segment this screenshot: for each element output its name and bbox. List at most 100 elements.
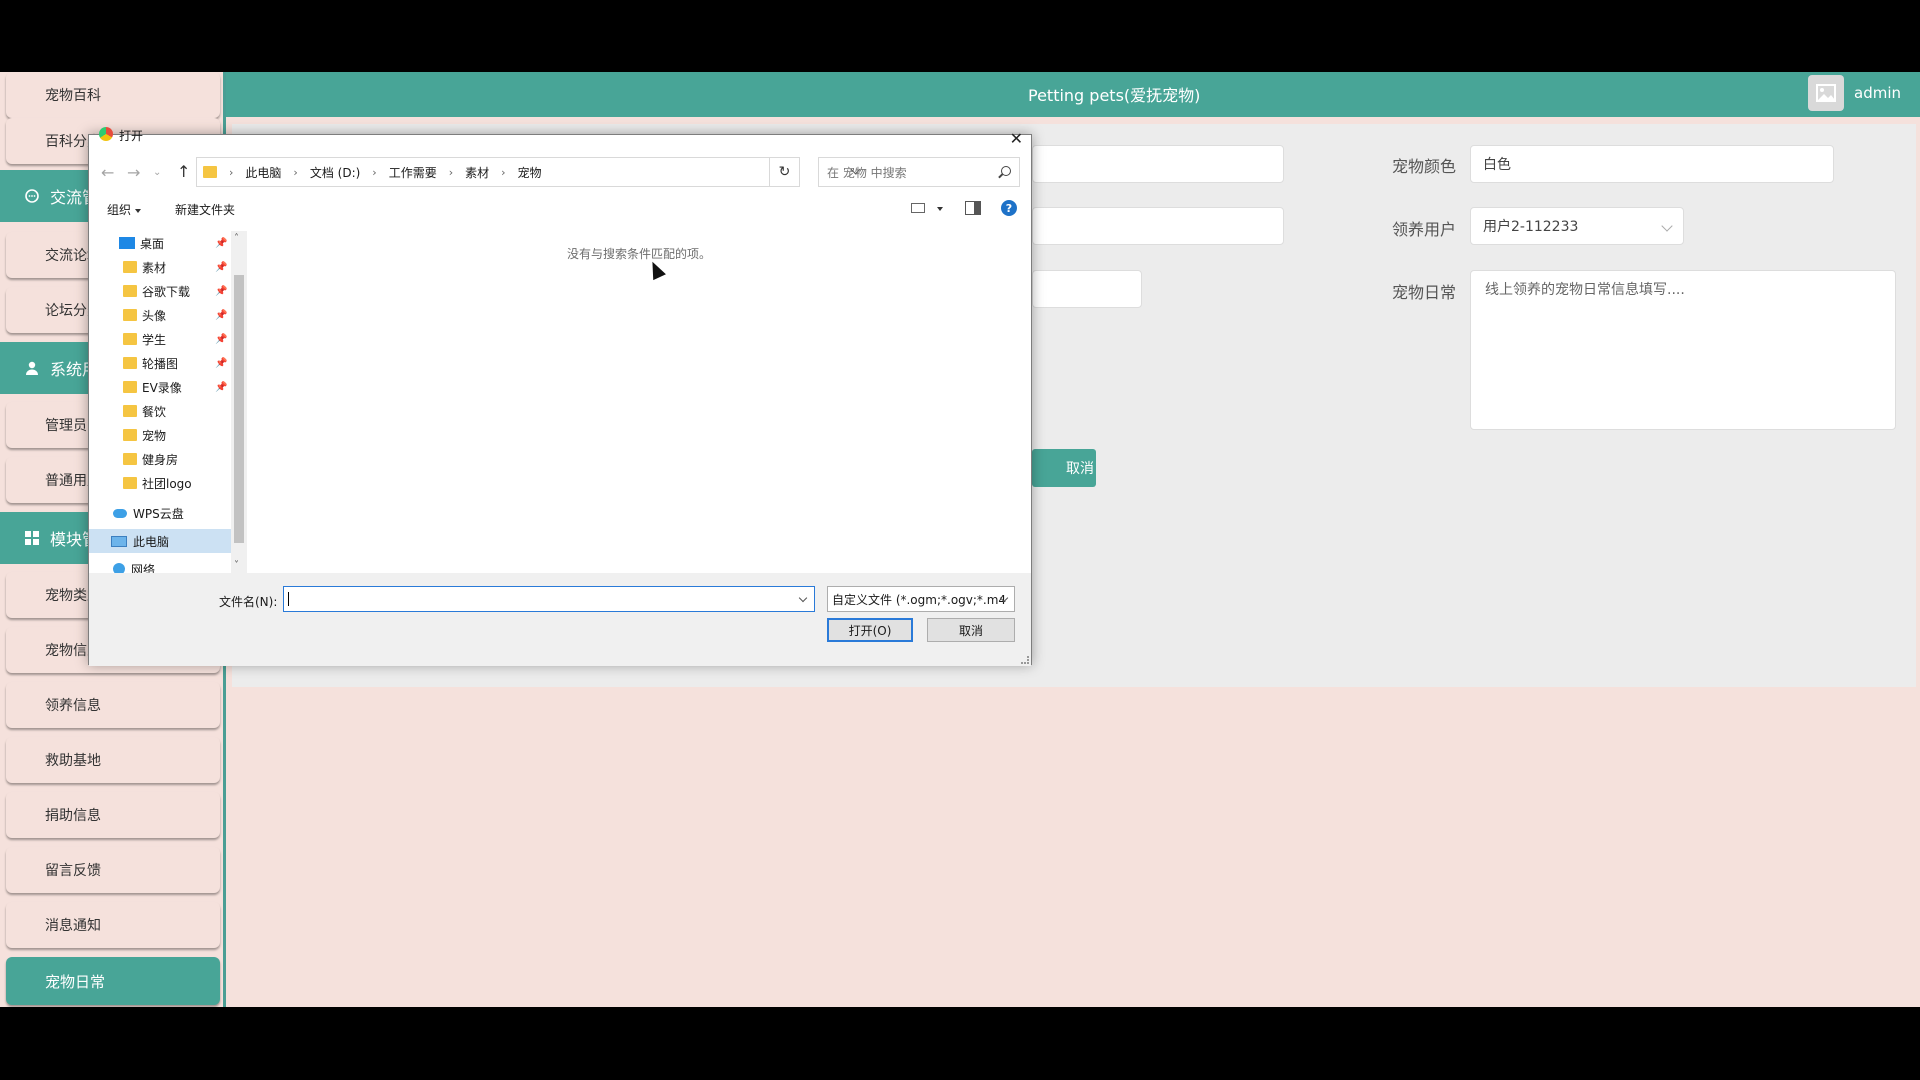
pin-icon: 📌 <box>215 309 228 321</box>
computer-icon <box>111 535 127 547</box>
folder-icon <box>123 381 137 393</box>
folder-icon <box>123 477 137 489</box>
avatar[interactable] <box>1808 75 1844 111</box>
pet-name-input[interactable] <box>1032 145 1284 183</box>
refresh-icon[interactable]: ↻ <box>770 157 800 187</box>
folder-icon <box>123 333 137 345</box>
sidebar-item-label: 捐助信息 <box>45 808 101 824</box>
address-bar[interactable]: › 此电脑 › 文档 (D:) › 工作需要 › 素材 › 宠物 <box>196 157 861 187</box>
pin-icon: 📌 <box>215 333 228 345</box>
tree-item-label: 头像 <box>142 308 167 323</box>
tree-item-wps-cloud[interactable]: WPS云盘 <box>89 501 231 525</box>
recent-dropdown-icon[interactable]: ⌄ <box>153 167 161 178</box>
tree-item-gym[interactable]: 健身房 <box>89 447 231 471</box>
tree-item-chrome-downloads[interactable]: 谷歌下载 📌 <box>89 279 231 303</box>
help-icon[interactable]: ? <box>1001 200 1017 216</box>
folder-icon <box>123 429 137 441</box>
empty-message: 没有与搜索条件匹配的项。 <box>566 247 711 261</box>
search-input[interactable]: 在 宠物 中搜索 <box>818 157 1020 187</box>
adopter-select[interactable]: 用户2-112233 <box>1470 207 1684 245</box>
pet-type-input[interactable] <box>1032 207 1284 245</box>
sidebar-item-rescue-base[interactable]: 救助基地 <box>6 737 220 783</box>
tree-item-label: 轮播图 <box>142 356 179 371</box>
tree-item-label: 宠物 <box>142 428 167 443</box>
dialog-toolbar: 组织 新建文件夹 ? <box>89 197 1031 221</box>
tree-item-club-logo[interactable]: 社团logo <box>89 471 231 495</box>
tree-item-students[interactable]: 学生 📌 <box>89 327 231 351</box>
chrome-icon <box>99 127 113 141</box>
pet-daily-textarea[interactable]: 线上领养的宠物日常信息填写.... <box>1470 270 1896 430</box>
breadcrumb-material[interactable]: 素材 <box>465 164 489 181</box>
scroll-up-icon[interactable]: ˄ <box>234 233 239 244</box>
dialog-titlebar[interactable]: 打开 ✕ <box>89 127 1031 148</box>
tree-item-material[interactable]: 素材 📌 <box>89 255 231 279</box>
chevron-right-icon: › <box>372 165 377 179</box>
pet-daily-label: 宠物日常 <box>1392 283 1457 302</box>
resize-grip-icon[interactable] <box>1021 656 1029 664</box>
pet-color-input[interactable]: 白色 <box>1470 145 1834 183</box>
organize-label: 组织 <box>107 203 132 217</box>
breadcrumb-pets[interactable]: 宠物 <box>518 164 542 181</box>
tree-item-ev-recording[interactable]: EV录像 📌 <box>89 375 231 399</box>
dialog-cancel-button[interactable]: 取消 <box>927 618 1015 642</box>
filename-input[interactable] <box>283 586 815 612</box>
file-list-area[interactable]: 没有与搜索条件匹配的项。 <box>247 221 1031 573</box>
sidebar-item-notifications[interactable]: 消息通知 <box>6 902 220 948</box>
sidebar-item-donation-info[interactable]: 捐助信息 <box>6 792 220 838</box>
organize-button[interactable]: 组织 <box>107 201 142 218</box>
tree-item-this-pc[interactable]: 此电脑 <box>89 529 231 553</box>
tree-item-label: 谷歌下载 <box>142 284 191 299</box>
up-arrow-icon[interactable]: ↑ <box>177 162 190 181</box>
open-button[interactable]: 打开(O) <box>827 618 913 642</box>
tree-item-carousel[interactable]: 轮播图 📌 <box>89 351 231 375</box>
sidebar-item-adoption-info[interactable]: 领养信息 <box>6 682 220 728</box>
chevron-down-icon[interactable] <box>798 593 808 603</box>
breadcrumb-drive-d[interactable]: 文档 (D:) <box>310 164 360 181</box>
pet-age-input[interactable] <box>1032 270 1142 308</box>
tree-item-label: 健身房 <box>142 452 179 467</box>
adopter-value: 用户2-112233 <box>1483 219 1579 235</box>
close-icon[interactable]: ✕ <box>1010 129 1023 148</box>
tree-item-network[interactable]: 网络 <box>89 557 231 573</box>
cancel-button[interactable]: 取消 <box>1032 449 1096 487</box>
sidebar-item-feedback[interactable]: 留言反馈 <box>6 847 220 893</box>
search-icon <box>1001 166 1011 176</box>
folder-icon <box>123 405 137 417</box>
caret-down-icon[interactable] <box>937 207 943 211</box>
new-folder-button[interactable]: 新建文件夹 <box>175 201 235 218</box>
pet-daily-placeholder: 线上领养的宠物日常信息填写.... <box>1485 282 1685 298</box>
pin-icon: 📌 <box>215 237 228 249</box>
tree-item-label: 餐饮 <box>142 404 167 419</box>
breadcrumb-this-pc[interactable]: 此电脑 <box>245 164 281 181</box>
forward-arrow-icon[interactable]: → <box>127 163 140 182</box>
filetype-value: 自定义文件 (*.ogm;*.ogv;*.m4 <box>832 592 1007 607</box>
scrollbar-thumb[interactable] <box>234 275 244 543</box>
user-icon <box>26 361 38 375</box>
sidebar-item-label: 宠物日常 <box>45 972 106 991</box>
sidebar-item-label: 领养信息 <box>45 698 101 714</box>
navigation-tree: 桌面 📌 素材 📌 谷歌下载 📌 头像 📌 学生 📌 轮播图 📌 EV录像 📌 餐饮 宠物 健… <box>89 231 231 573</box>
tree-item-catering[interactable]: 餐饮 <box>89 399 231 423</box>
tree-item-desktop[interactable]: 桌面 📌 <box>89 231 231 255</box>
sidebar-item-pet-encyclopedia[interactable]: 宠物百科 <box>6 72 220 118</box>
chevron-right-icon: › <box>448 165 454 179</box>
tree-item-label: 网络 <box>131 562 156 574</box>
tree-scrollbar[interactable]: ˄ ˅ <box>231 231 247 573</box>
folder-icon <box>123 309 137 321</box>
desktop-icon <box>119 237 135 249</box>
sidebar-item-pet-daily[interactable]: 宠物日常 <box>6 957 220 1005</box>
back-arrow-icon[interactable]: ← <box>101 163 114 182</box>
app-title: Petting pets(爱抚宠物) <box>1028 86 1201 105</box>
pet-color-label: 宠物颜色 <box>1392 157 1457 176</box>
filetype-select[interactable]: 自定义文件 (*.ogm;*.ogv;*.m4 <box>827 586 1015 612</box>
view-mode-icon[interactable] <box>911 203 925 213</box>
username[interactable]: admin <box>1854 84 1901 102</box>
tree-item-pets[interactable]: 宠物 <box>89 423 231 447</box>
search-placeholder: 在 宠物 中搜索 <box>827 165 907 180</box>
breadcrumb-work[interactable]: 工作需要 <box>389 164 437 181</box>
folder-icon <box>123 285 137 297</box>
preview-pane-icon[interactable] <box>965 201 981 215</box>
scroll-down-icon[interactable]: ˅ <box>234 560 239 571</box>
grid-icon <box>25 531 39 545</box>
tree-item-avatar[interactable]: 头像 📌 <box>89 303 231 327</box>
